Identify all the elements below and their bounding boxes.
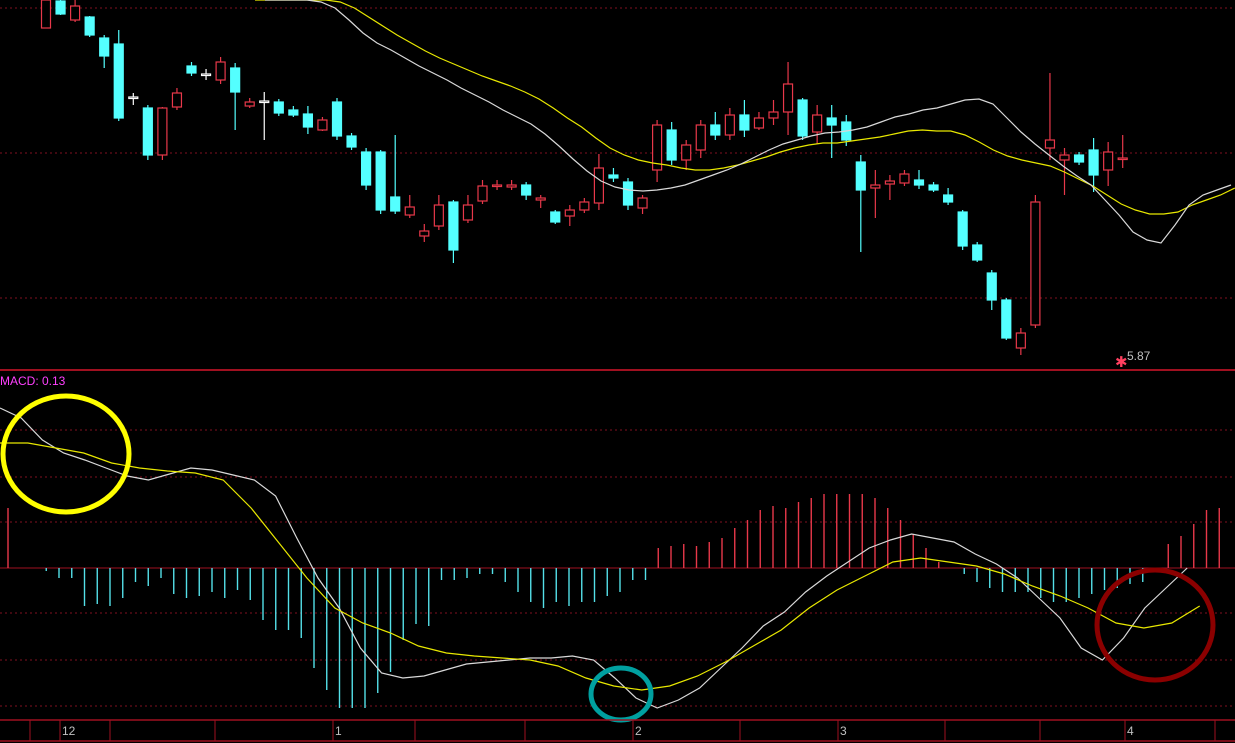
candle-body	[331, 101, 343, 137]
candle-body	[477, 185, 488, 202]
candle-body	[40, 0, 52, 29]
candle-body	[913, 179, 925, 186]
candle-body	[928, 184, 939, 191]
candle-body	[884, 180, 896, 185]
candle-body	[768, 111, 779, 119]
candle-body	[782, 83, 794, 113]
low-price-label: 5.87	[1127, 349, 1151, 363]
candle-body	[273, 101, 284, 114]
candle-body	[84, 16, 95, 36]
x-tick-label: 3	[840, 724, 847, 738]
candle-body	[812, 114, 823, 133]
candle-body	[666, 129, 677, 161]
candle-body	[1044, 139, 1056, 149]
candle-body	[1088, 149, 1099, 176]
candle-body	[1103, 151, 1114, 171]
candle-body	[1073, 154, 1085, 163]
candle-body	[797, 99, 808, 137]
x-tick-label: 1	[335, 724, 342, 738]
candle-body	[739, 114, 750, 131]
candle-body	[55, 0, 66, 15]
candle-body	[942, 194, 954, 203]
candle-body	[404, 206, 415, 216]
candle-body	[69, 5, 81, 21]
candle-body	[710, 124, 721, 136]
candle-body	[1117, 157, 1128, 161]
candle-body	[128, 96, 139, 100]
candle-body	[215, 61, 226, 81]
candle-body	[1059, 154, 1070, 161]
candle-body	[200, 73, 212, 77]
candle-body	[186, 65, 197, 74]
candle-body	[637, 197, 648, 209]
candle-body	[972, 244, 983, 261]
candle-body	[855, 161, 866, 191]
candle-body	[1015, 332, 1026, 349]
x-tick-label: 4	[1127, 724, 1134, 738]
candle-body	[506, 184, 517, 188]
candle-body	[171, 92, 183, 108]
candle-body	[521, 184, 532, 196]
candle-body	[230, 67, 241, 93]
candle-body	[1001, 299, 1012, 339]
candle-body	[593, 167, 605, 204]
candle-body	[957, 211, 968, 247]
candle-body	[491, 184, 503, 188]
candle-body	[99, 37, 110, 57]
x-tick-label: 2	[635, 724, 642, 738]
x-tick-label: 12	[62, 724, 76, 738]
candle-body	[1030, 201, 1041, 326]
candle-body	[535, 197, 546, 201]
candle-body	[753, 117, 765, 129]
candle-body	[259, 100, 270, 104]
candle-body	[346, 135, 357, 148]
candle-body	[724, 114, 735, 136]
candle-body	[317, 119, 328, 131]
candle-body	[564, 209, 575, 217]
candle-body	[419, 230, 430, 237]
candle-body	[870, 184, 881, 189]
candle-body	[695, 124, 706, 151]
candle-body	[361, 151, 372, 186]
candle-body	[448, 201, 459, 251]
candle-body	[113, 43, 124, 119]
candle-body	[608, 174, 619, 179]
candle-body	[375, 151, 386, 211]
stock-chart: MACD: 0.13 ✱ 5.87 12 1 2 3 4	[0, 0, 1235, 743]
candle-body	[390, 196, 401, 212]
candle-body	[462, 204, 474, 221]
candle-body	[899, 173, 910, 184]
macd-title: MACD: 0.13	[0, 374, 66, 388]
candle-body	[622, 181, 634, 206]
candle-body	[550, 211, 561, 223]
candle-body	[826, 117, 837, 126]
candle-body	[244, 101, 255, 107]
candle-body	[579, 201, 590, 211]
candle-body	[157, 107, 168, 156]
candle-body	[288, 109, 299, 116]
candle-body	[433, 204, 444, 227]
low-marker-icon: ✱	[1115, 354, 1128, 371]
candle-body	[986, 272, 997, 301]
candle-body	[302, 113, 313, 128]
candle-body	[681, 144, 692, 161]
candle-body	[142, 107, 153, 156]
